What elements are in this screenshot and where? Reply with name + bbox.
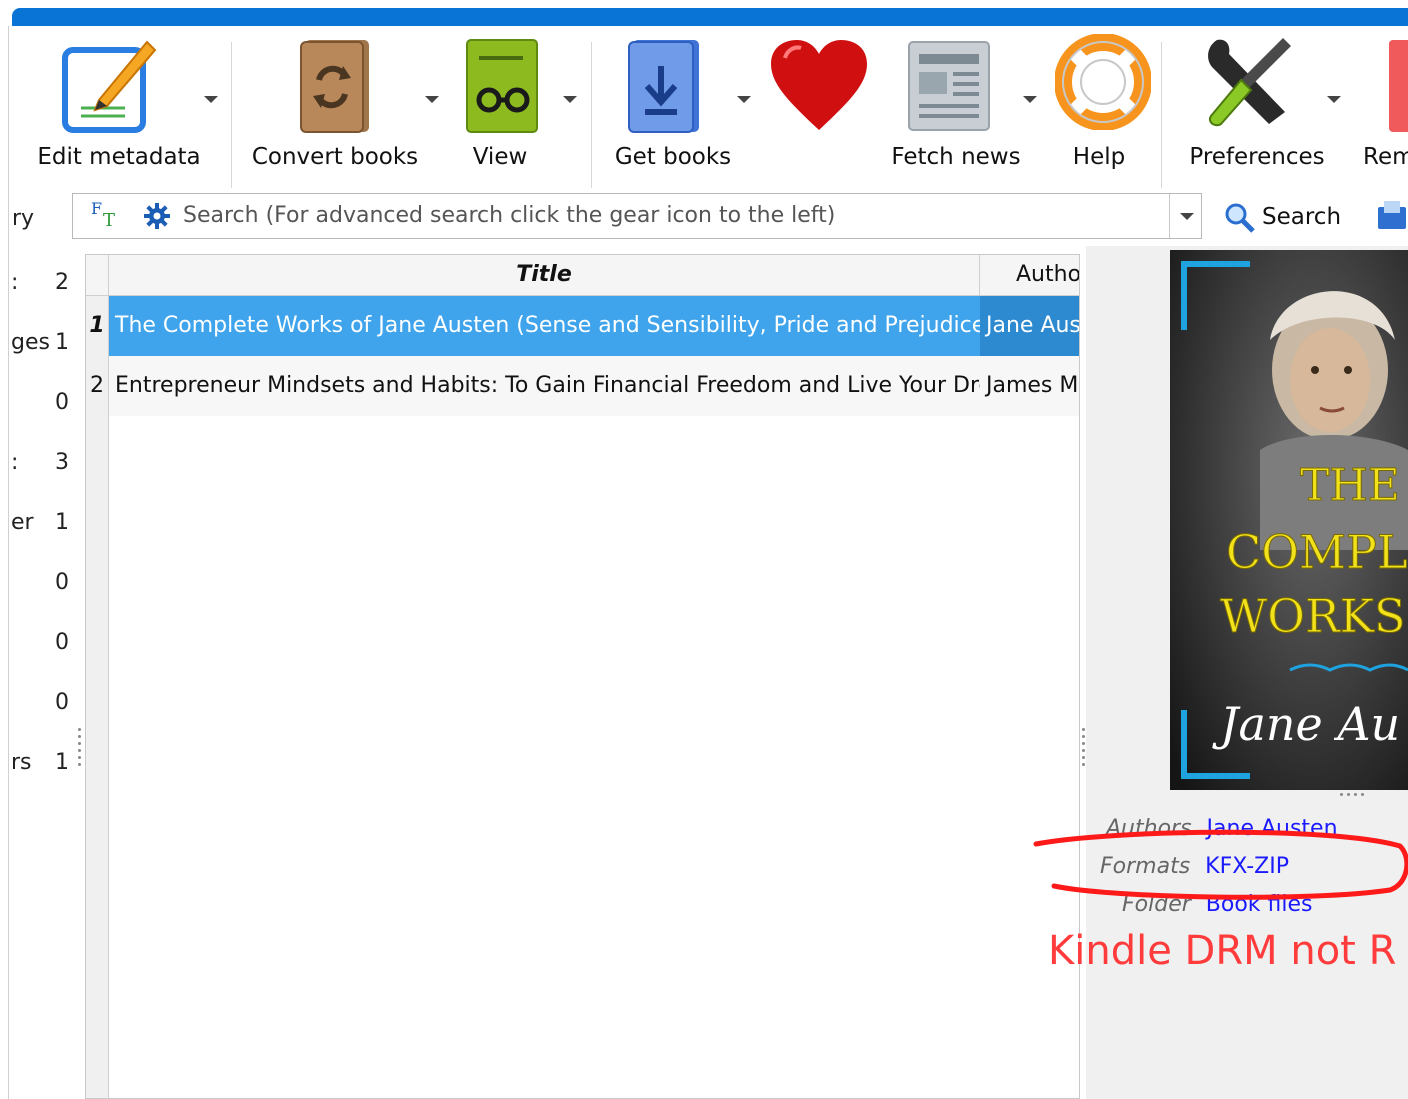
- cover-signature: Jane Au: [1212, 697, 1400, 751]
- cover-splitter-handle[interactable]: [1340, 793, 1390, 800]
- help-label: Help: [1072, 144, 1126, 170]
- gear-icon[interactable]: [143, 202, 171, 230]
- svg-text:F: F: [91, 199, 102, 218]
- tag-row[interactable]: 0: [9, 684, 79, 724]
- cover-title-line-2: COMPLE: [1226, 525, 1408, 579]
- tag-count: 3: [55, 450, 69, 475]
- row-number: 1: [89, 313, 105, 338]
- edit-metadata-label: Edit metadata: [37, 144, 201, 170]
- column-header-title[interactable]: Title: [109, 255, 980, 295]
- book-title-cell[interactable]: Entrepreneur Mindsets and Habits: To Gai…: [109, 356, 980, 416]
- view-icon: [466, 39, 538, 133]
- remove-books-label: Rem: [1363, 144, 1408, 170]
- toolbar-separator: [1161, 42, 1162, 188]
- drm-warning-text: Kindle DRM not R: [1048, 928, 1397, 974]
- edit-metadata-dropdown-arrow[interactable]: [204, 96, 218, 103]
- header-corner: [86, 255, 109, 295]
- book-cover[interactable]: THE COMPLE WORKS Jane Au: [1170, 250, 1408, 790]
- preferences-label: Preferences: [1189, 144, 1325, 170]
- row-number: 2: [90, 373, 104, 398]
- fetch-news-button[interactable]: Fetch news: [881, 26, 1031, 186]
- tag-name: :: [11, 450, 19, 475]
- help-button[interactable]: Help: [1049, 26, 1151, 186]
- tag-row[interactable]: er 1: [9, 504, 79, 544]
- tag-count: 2: [55, 270, 69, 295]
- column-header-authors[interactable]: Autho: [980, 255, 1079, 295]
- get-books-label: Get books: [614, 144, 732, 170]
- table-row[interactable]: 1 The Complete Works of Jane Austen (Sen…: [86, 296, 1079, 356]
- search-placeholder: Search (For advanced search click the ge…: [183, 203, 836, 228]
- donate-button[interactable]: [763, 26, 877, 186]
- tag-count: 0: [55, 390, 69, 415]
- window-title-bar: [12, 8, 1408, 26]
- convert-books-icon: [300, 40, 369, 133]
- book-title-cell[interactable]: The Complete Works of Jane Austen (Sense…: [109, 296, 980, 356]
- tag-count: 0: [55, 630, 69, 655]
- fetch-news-icon: [908, 41, 990, 131]
- row-number-gutter: [86, 296, 109, 1098]
- tag-row[interactable]: :2: [9, 264, 79, 304]
- left-splitter-handle[interactable]: [78, 728, 82, 770]
- full-text-search-icon[interactable]: F T: [89, 198, 123, 232]
- svg-text:T: T: [103, 210, 115, 231]
- main-toolbar: Edit metadata Convert books View Get boo…: [9, 26, 1408, 188]
- remove-books-button[interactable]: Rem: [1361, 26, 1408, 186]
- tag-browser: :2 ges 1 0 :3 er 1 0 0 0 rs 1: [9, 256, 79, 1099]
- cover-title-line-1: THE: [1300, 460, 1400, 511]
- convert-books-button[interactable]: Convert books: [245, 26, 425, 186]
- search-history-dropdown[interactable]: [1169, 194, 1204, 238]
- preferences-dropdown-arrow[interactable]: [1327, 96, 1341, 103]
- convert-books-label: Convert books: [251, 144, 419, 170]
- get-books-icon: [628, 40, 699, 133]
- fetch-news-dropdown-arrow[interactable]: [1023, 96, 1037, 103]
- book-author-cell[interactable]: James M: [980, 356, 1079, 416]
- fetch-news-label: Fetch news: [891, 144, 1021, 170]
- tag-count: 1: [55, 330, 69, 355]
- view-button[interactable]: View: [455, 26, 545, 186]
- table-header: Title Autho: [86, 255, 1079, 296]
- get-books-dropdown-arrow[interactable]: [737, 96, 751, 103]
- book-list-table: Title Autho 1 The Complete Works of Jane…: [85, 254, 1080, 1099]
- tag-row[interactable]: 0: [9, 564, 79, 604]
- tag-count: 0: [55, 690, 69, 715]
- get-books-button[interactable]: Get books: [603, 26, 743, 186]
- tag-name: :: [11, 270, 19, 295]
- saved-searches-icon[interactable]: [1376, 199, 1408, 231]
- search-button-label: Search: [1262, 204, 1342, 230]
- tag-count: 1: [55, 510, 69, 535]
- preferences-button[interactable]: Preferences: [1177, 26, 1337, 186]
- tag-row[interactable]: :3: [9, 444, 79, 484]
- search-input[interactable]: F T Search (For advanced search click th…: [72, 193, 1202, 239]
- edit-metadata-button[interactable]: Edit metadata: [29, 26, 209, 186]
- tag-name: er: [11, 510, 34, 535]
- tag-name: rs: [11, 750, 32, 775]
- tag-name: ges: [11, 330, 50, 355]
- help-lifebuoy-icon: [1055, 34, 1151, 130]
- tag-row[interactable]: ges 1: [9, 324, 79, 364]
- view-dropdown-arrow[interactable]: [563, 96, 577, 103]
- remove-books-icon: [1389, 40, 1408, 132]
- convert-books-dropdown-arrow[interactable]: [425, 96, 439, 103]
- chevron-down-icon: [1180, 213, 1194, 220]
- view-label: View: [472, 144, 528, 170]
- tag-row[interactable]: rs 1: [9, 744, 79, 784]
- heart-icon: [771, 40, 867, 130]
- virtual-library-label[interactable]: ry: [12, 206, 34, 231]
- cover-title-line-3: WORKS: [1220, 589, 1406, 643]
- red-circle-annotation: [1033, 829, 1408, 900]
- toolbar-separator: [231, 42, 232, 188]
- tag-count: 1: [55, 750, 69, 775]
- tag-row[interactable]: 0: [9, 384, 79, 424]
- book-author-cell[interactable]: Jane Aus: [980, 296, 1079, 356]
- cover-illustration: THE COMPLE WORKS Jane Au: [1170, 250, 1408, 790]
- tag-row[interactable]: 0: [9, 624, 79, 664]
- magnifier-icon: [1225, 203, 1255, 233]
- tag-count: 0: [55, 570, 69, 595]
- table-row[interactable]: 2 Entrepreneur Mindsets and Habits: To G…: [86, 356, 1079, 416]
- preferences-tools-icon: [1208, 38, 1291, 127]
- toolbar-separator: [591, 42, 592, 188]
- edit-metadata-icon: [62, 40, 157, 133]
